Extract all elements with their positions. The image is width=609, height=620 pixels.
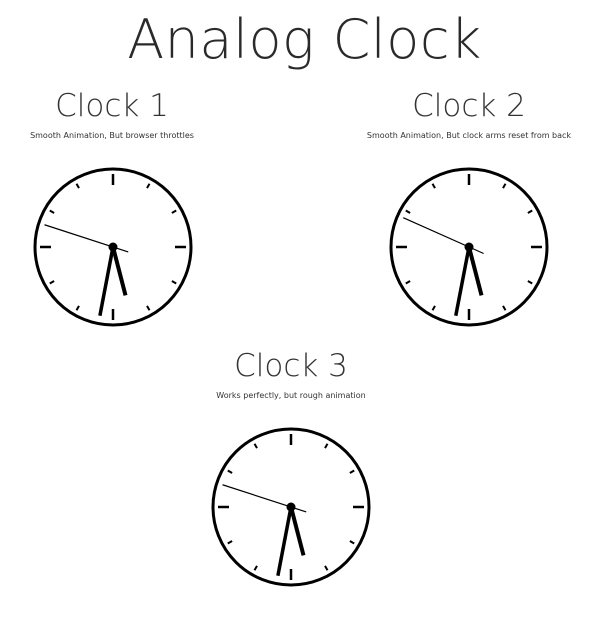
clock-2-header: Clock 2 Smooth Animation, But clock arms… [349, 88, 589, 141]
clock-2-description: Smooth Animation, But clock arms reset f… [366, 131, 572, 140]
clock-3-title: Clock 3 [234, 348, 348, 384]
clock-1-description: Smooth Animation, But browser throttles [30, 131, 194, 140]
clock-1-header: Clock 1 Smooth Animation, But browser th… [0, 88, 232, 141]
center-pin [108, 242, 118, 252]
clock-svg [33, 167, 193, 327]
clock-2-title: Clock 2 [412, 88, 526, 124]
clock-3-face [209, 425, 373, 589]
clock-1-title: Clock 1 [55, 88, 169, 124]
clock-2-face [387, 165, 551, 329]
center-pin [286, 502, 296, 512]
clock-3-description: Works perfectly, but rough animation [216, 391, 366, 400]
center-pin [464, 242, 474, 252]
clock-svg [211, 427, 371, 587]
clock-1-face [31, 165, 195, 329]
clock-svg [389, 167, 549, 327]
page-title: Analog Clock [127, 8, 482, 71]
clock-3-header: Clock 3 Works perfectly, but rough anima… [171, 348, 411, 401]
